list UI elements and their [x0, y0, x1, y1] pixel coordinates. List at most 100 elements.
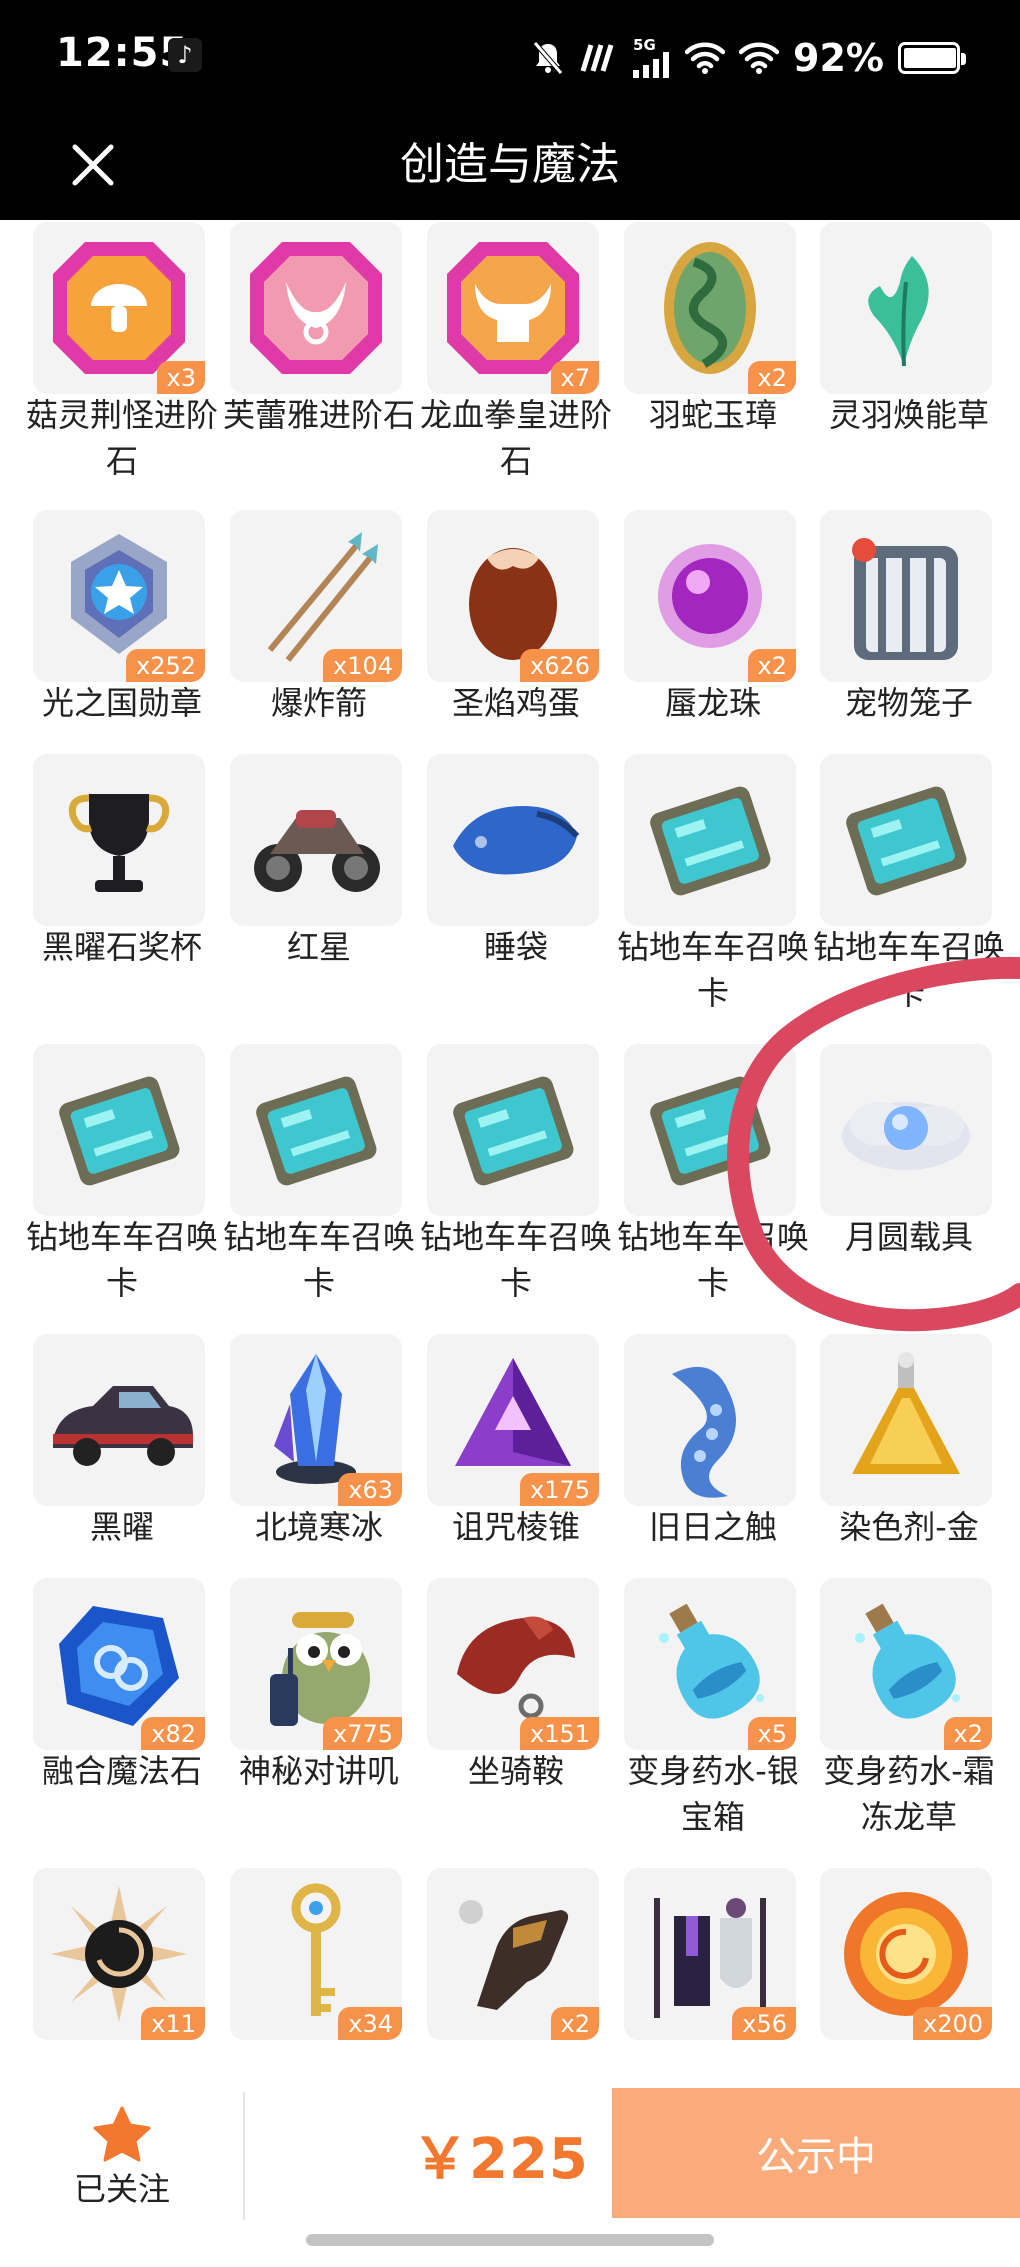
- publicity-status-button[interactable]: 公示中: [612, 2088, 1020, 2218]
- item-name: 钻地车车召唤卡: [419, 1218, 612, 1302]
- item-thumbnail: x252: [33, 510, 205, 682]
- item-thumbnail: x34: [230, 1868, 402, 2040]
- quantity-badge: x775: [322, 1717, 402, 1750]
- item-thumbnail: x3: [33, 222, 205, 394]
- item-name: 钻地车车召唤卡: [616, 1218, 809, 1302]
- item-name: 钻地车车召唤卡: [25, 1218, 218, 1302]
- quantity-badge: x34: [338, 2007, 402, 2040]
- quantity-badge: x2: [747, 361, 796, 394]
- item-name: 融合魔法石: [41, 1752, 202, 1790]
- quantity-badge: x56: [732, 2007, 796, 2040]
- tentacle-icon: [672, 1366, 736, 1498]
- trophy-icon: [68, 794, 170, 892]
- star-icon: [93, 2106, 151, 2162]
- item-name: 宠物笼子: [844, 684, 973, 722]
- item-name: 芙蕾雅进阶石: [222, 396, 415, 434]
- item-thumbnail: x82: [33, 1578, 205, 1750]
- sleeping-bag-icon: [453, 806, 580, 875]
- item-name: 睡袋: [483, 928, 548, 966]
- summon-card-icon: [650, 786, 771, 896]
- quantity-badge: x104: [322, 649, 402, 682]
- quantity-badge: x82: [141, 1717, 205, 1750]
- battery-percent: 92%: [793, 36, 884, 80]
- item-name: 钻地车车召唤卡: [222, 1218, 415, 1302]
- item-thumbnail: [820, 510, 992, 682]
- item-thumbnail: [820, 1334, 992, 1506]
- item-thumbnail: x175: [427, 1334, 599, 1506]
- quantity-badge: x7: [550, 361, 599, 394]
- item-name: 菇灵荆怪进阶石: [25, 396, 218, 480]
- item-thumbnail: [33, 754, 205, 926]
- follow-button[interactable]: 已关注: [42, 2106, 202, 2216]
- quantity-badge: x252: [125, 649, 205, 682]
- item-name: 坐骑鞍: [467, 1752, 564, 1790]
- follow-label: 已关注: [73, 2170, 170, 2208]
- item-name: 月圆载具: [844, 1218, 973, 1256]
- item-name: 灵羽焕能草: [828, 396, 989, 434]
- item-name: 红星: [286, 928, 351, 966]
- item-name: 龙血拳皇进阶石: [419, 396, 612, 480]
- item-thumbnail: [230, 222, 402, 394]
- summon-card-icon: [59, 1076, 180, 1186]
- item-name: 蜃龙珠: [664, 684, 761, 722]
- page-title: 创造与魔法: [400, 139, 620, 190]
- item-name: 钻地车车召唤卡: [812, 928, 1005, 1012]
- item-thumbnail: [33, 1044, 205, 1216]
- pet-cage-icon: [852, 538, 958, 660]
- item-name: 钻地车车召唤卡: [616, 928, 809, 1012]
- item-thumbnail: [624, 1334, 796, 1506]
- item-thumbnail: [820, 754, 992, 926]
- quantity-badge: x151: [519, 1717, 599, 1750]
- battery-icon: [898, 42, 966, 74]
- item-name: 黑曜石奖杯: [41, 928, 202, 966]
- quantity-badge: x2: [943, 1717, 992, 1750]
- item-grid: x3 菇灵荆怪进阶石 芙蕾雅进阶石 x7 龙血拳皇进阶石 x2 羽蛇玉璋 灵羽焕能草 x252 光…: [0, 220, 1020, 2088]
- item-name: 北境寒冰: [254, 1508, 383, 1546]
- item-name: 爆炸箭: [270, 684, 367, 722]
- item-thumbnail: x2: [427, 1868, 599, 2040]
- cell-signal-icon: 5G: [633, 36, 671, 78]
- quantity-badge: x11: [141, 2007, 205, 2040]
- battery-level: [904, 48, 956, 68]
- item-thumbnail: x2: [624, 510, 796, 682]
- mute-bell-icon: [533, 41, 563, 75]
- item-thumbnail: x775: [230, 1578, 402, 1750]
- item-thumbnail: x63: [230, 1334, 402, 1506]
- summon-card-icon: [453, 1076, 574, 1186]
- bottom-bar: 已关注 ￥225 公示中: [0, 2088, 1020, 2220]
- item-thumbnail: x2: [624, 222, 796, 394]
- quantity-badge: x200: [912, 2007, 992, 2040]
- summon-card-icon: [256, 1076, 377, 1186]
- item-thumbnail: x2: [820, 1578, 992, 1750]
- quantity-badge: x2: [747, 649, 796, 682]
- car-icon: [53, 1386, 193, 1466]
- quantity-badge: x63: [338, 1473, 402, 1506]
- summon-card-icon: [650, 1076, 771, 1186]
- wifi-icon: [685, 42, 726, 74]
- item-thumbnail: x104: [230, 510, 402, 682]
- item-thumbnail: [427, 754, 599, 926]
- item-name: 染色剂-金: [839, 1508, 979, 1546]
- header: 创造与魔法: [0, 110, 1020, 220]
- gold-flask-icon: [852, 1352, 960, 1474]
- item-thumbnail: [624, 1044, 796, 1216]
- wifi-icon-secondary: [739, 42, 780, 74]
- price: ￥225: [412, 2127, 589, 2192]
- quantity-badge: x3: [156, 361, 205, 394]
- divider: [243, 2092, 245, 2220]
- home-indicator[interactable]: [306, 2234, 714, 2246]
- item-thumbnail: x7: [427, 222, 599, 394]
- item-thumbnail: [230, 754, 402, 926]
- item-name: 羽蛇玉璋: [648, 396, 777, 434]
- item-name: 旧日之触: [648, 1508, 777, 1546]
- item-thumbnail: x151: [427, 1578, 599, 1750]
- moon-cloud-icon: [842, 1102, 970, 1170]
- motorcycle-icon: [254, 810, 380, 892]
- item-name: 神秘对讲叽: [238, 1752, 399, 1790]
- quantity-badge: x2: [550, 2007, 599, 2040]
- item-thumbnail: [624, 754, 796, 926]
- summon-card-icon: [846, 786, 967, 896]
- status-bar: 12:55 ♪ 5G 92%: [0, 0, 1020, 110]
- item-name: 圣焰鸡蛋: [451, 684, 580, 722]
- item-name: 变身药水-霜冻龙草: [823, 1752, 995, 1836]
